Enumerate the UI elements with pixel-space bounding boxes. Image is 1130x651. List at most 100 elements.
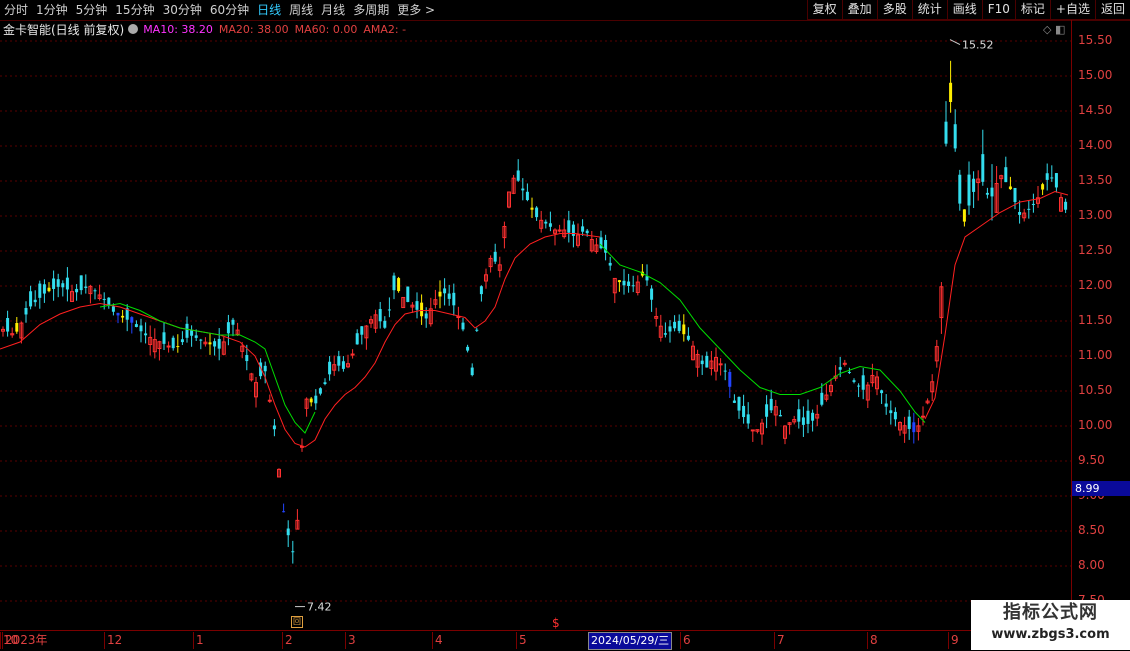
high-pointer	[949, 39, 961, 46]
candle-body	[314, 395, 318, 404]
candle-body	[820, 392, 824, 405]
tool-button-0[interactable]: 复权	[806, 0, 842, 20]
candle-body	[723, 370, 727, 372]
price-tick: 15.50	[1078, 33, 1113, 47]
period-tab-0[interactable]: 分时	[0, 0, 32, 20]
candle-body	[530, 207, 534, 210]
tool-button-1[interactable]: 叠加	[841, 0, 877, 20]
ma-long-line	[0, 233, 601, 448]
period-tab-1[interactable]: 1分钟	[32, 0, 72, 20]
tool-button-6[interactable]: 标记	[1014, 0, 1050, 20]
candle-body	[967, 174, 971, 206]
low-label: 7.42	[307, 601, 332, 614]
candle-body	[406, 286, 410, 302]
period-tab-4[interactable]: 30分钟	[159, 0, 206, 20]
candle-body	[686, 335, 690, 340]
event-marker[interactable]: $	[552, 616, 560, 630]
tool-button-2[interactable]: 多股	[876, 0, 912, 20]
candle-body	[861, 375, 865, 390]
period-tab-5[interactable]: 60分钟	[206, 0, 253, 20]
date-tick: 3	[345, 632, 356, 649]
candle-body	[944, 121, 948, 144]
candle-body	[282, 511, 286, 513]
candle-body	[378, 309, 382, 322]
candle-body	[475, 329, 479, 331]
candle-body	[972, 178, 976, 192]
date-tick: 10	[0, 632, 18, 649]
candle-body	[162, 332, 166, 344]
candle-body	[199, 339, 203, 341]
period-tab-2[interactable]: 5分钟	[72, 0, 112, 20]
candle-body	[15, 323, 19, 332]
tool-button-3[interactable]: 统计	[911, 0, 947, 20]
candle-body	[705, 355, 709, 368]
candle-body	[102, 298, 106, 300]
date-tick: 1	[193, 632, 204, 649]
candle-body	[673, 321, 677, 329]
candle-body	[581, 226, 585, 232]
candle-body	[309, 398, 313, 403]
period-tab-9[interactable]: 多周期	[349, 0, 393, 20]
period-tab-8[interactable]: 月线	[317, 0, 349, 20]
candle-body	[61, 283, 65, 288]
candle-body	[778, 415, 782, 417]
candle-body	[355, 333, 359, 345]
candle-body	[461, 322, 465, 330]
candle-body	[263, 365, 267, 372]
tool-button-5[interactable]: F10	[981, 0, 1015, 20]
date-tick: 2	[282, 632, 293, 649]
price-tick: 12.00	[1078, 278, 1113, 292]
price-tick: 11.00	[1078, 348, 1113, 362]
candle-body	[884, 403, 888, 407]
candle-body	[424, 313, 428, 319]
price-tick: 8.50	[1078, 523, 1105, 537]
tool-button-4[interactable]: 画线	[946, 0, 982, 20]
candle-body	[166, 345, 171, 348]
ma-short-line-2	[599, 243, 926, 423]
candle-body	[360, 326, 364, 335]
candle-body	[746, 414, 750, 424]
tool-button-7[interactable]: +自选	[1049, 0, 1095, 20]
watermark-url: www.zbgs3.com	[991, 627, 1110, 642]
period-tab-7[interactable]: 周线	[285, 0, 317, 20]
candle-body	[79, 275, 83, 291]
price-tick: 13.50	[1078, 173, 1113, 187]
price-axis: 15.50 15.00 14.50 14.00 13.50 13.00 12.50 12.00…	[1071, 20, 1130, 630]
candle-body	[668, 326, 672, 332]
candle-body	[732, 400, 736, 403]
watermark-logo: 指标公式网 www.zbgs3.com	[971, 600, 1130, 650]
period-tab-3[interactable]: 15分钟	[111, 0, 158, 20]
range-icon[interactable]: 回	[291, 616, 303, 628]
candle-body	[1050, 177, 1054, 179]
candlestick-chart[interactable]: 15.52 7.42	[0, 20, 1071, 630]
period-tab-10[interactable]: 更多 >	[393, 0, 439, 20]
candle-body	[383, 320, 387, 328]
candle-body	[272, 425, 276, 430]
candle-body	[318, 388, 322, 394]
candle-body	[521, 188, 525, 191]
candle-body	[650, 288, 654, 300]
candle-body	[571, 224, 575, 236]
candle-body	[535, 207, 539, 218]
price-tick: 14.50	[1078, 103, 1113, 117]
candle-body	[493, 251, 497, 262]
candle-body	[452, 292, 456, 306]
tool-button-8[interactable]: 返回	[1094, 0, 1130, 20]
candle-body	[144, 333, 148, 336]
candle-body	[801, 417, 805, 425]
candle-body	[857, 385, 861, 387]
price-tick: 10.50	[1078, 383, 1113, 397]
price-tick: 9.50	[1078, 453, 1105, 467]
candle-body	[470, 367, 474, 376]
candle-body	[286, 528, 290, 536]
candle-body	[267, 399, 272, 402]
candle-body	[806, 410, 810, 424]
candle-body	[38, 283, 42, 298]
candle-body	[65, 277, 69, 290]
candle-body	[130, 317, 134, 323]
candle-body	[341, 361, 345, 369]
candle-body	[29, 291, 33, 307]
candle-body	[631, 285, 635, 287]
date-axis: 2024/05/29/三 2023年 12 1 2 3 4 5 6 7 8 9 10	[0, 630, 1130, 651]
period-tab-6[interactable]: 日线	[253, 0, 285, 20]
